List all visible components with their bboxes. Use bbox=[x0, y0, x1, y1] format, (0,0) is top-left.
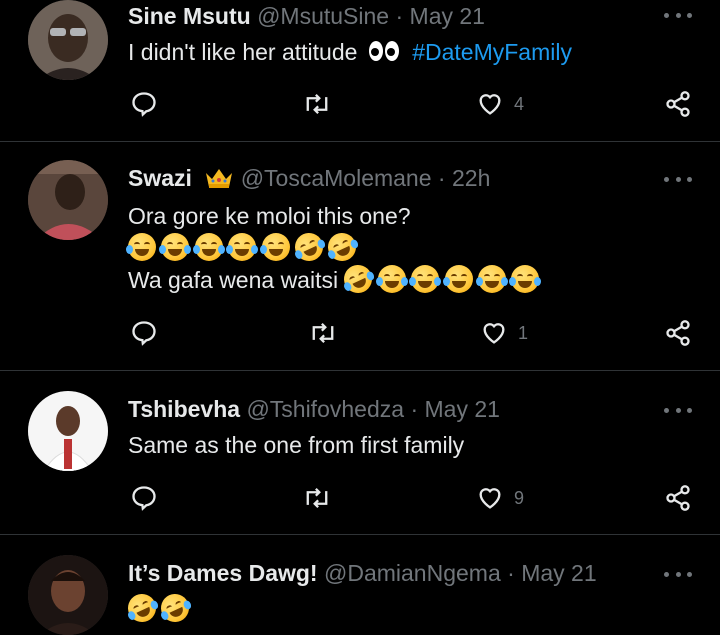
avatar[interactable] bbox=[28, 391, 108, 471]
tweet-text bbox=[123, 589, 194, 627]
reply-icon bbox=[132, 321, 156, 346]
separator-dot: · bbox=[410, 396, 419, 422]
retweet-icon bbox=[306, 487, 328, 509]
tweet-4[interactable]: It’s Dames Dawg! @DamianNgema · May 21 bbox=[0, 535, 720, 635]
crown-emoji bbox=[204, 165, 234, 195]
retweet-button[interactable] bbox=[302, 480, 332, 516]
timestamp[interactable]: May 21 bbox=[521, 560, 596, 586]
like-count: 4 bbox=[514, 93, 525, 114]
tweet-text: Same as the one from first family bbox=[128, 429, 464, 461]
retweet-icon bbox=[306, 93, 328, 115]
user-handle[interactable]: @MsutuSine bbox=[257, 3, 389, 29]
rolling-laughing-emoji bbox=[156, 589, 194, 627]
like-button[interactable]: 1 bbox=[480, 315, 528, 351]
share-button[interactable] bbox=[664, 315, 692, 351]
like-icon bbox=[483, 323, 505, 344]
retweet-icon bbox=[312, 322, 334, 344]
reply-button[interactable] bbox=[130, 86, 158, 122]
user-handle[interactable]: @Tshifovhedza bbox=[246, 396, 404, 422]
display-name[interactable]: Swazi bbox=[128, 165, 192, 191]
display-name[interactable]: Sine Msutu bbox=[128, 3, 251, 29]
tweet-line-row: Wa gafa wena waitsi bbox=[128, 260, 542, 298]
tweet-text: Ora gore ke moloi this one? Wa gafa wena… bbox=[126, 200, 542, 298]
tweet-line: Same as the one from first family bbox=[128, 432, 465, 458]
tears-of-joy-emoji bbox=[476, 265, 509, 293]
laughing-emoji bbox=[259, 233, 290, 261]
tweet-header: Sine Msutu @MsutuSine · May 21 bbox=[128, 2, 485, 30]
tears-of-joy-emoji bbox=[226, 233, 259, 261]
tweet-2[interactable]: Swazi @ToscaMolemane · 22h Ora gore ke m… bbox=[0, 142, 720, 370]
laughing-emoji bbox=[126, 233, 156, 261]
tweet-actions: 1 bbox=[0, 315, 720, 351]
more-icon[interactable] bbox=[664, 174, 692, 184]
rolling-laughing-emoji bbox=[339, 260, 378, 298]
user-handle[interactable]: @DamianNgema bbox=[324, 560, 501, 586]
display-name[interactable]: It’s Dames Dawg! bbox=[128, 560, 318, 586]
more-icon[interactable] bbox=[664, 10, 692, 20]
tweet-3[interactable]: Tshibevha @Tshifovhedza · May 21 Same as… bbox=[0, 371, 720, 534]
share-button[interactable] bbox=[664, 86, 692, 122]
tweet-header: Tshibevha @Tshifovhedza · May 21 bbox=[128, 395, 500, 423]
reply-button[interactable] bbox=[130, 315, 158, 351]
share-icon bbox=[666, 91, 690, 117]
separator-dot: · bbox=[395, 3, 404, 29]
retweet-button[interactable] bbox=[308, 315, 338, 351]
laughing-emoji bbox=[442, 265, 473, 293]
avatar[interactable] bbox=[28, 555, 108, 635]
display-name[interactable]: Tshibevha bbox=[128, 396, 240, 422]
user-handle[interactable]: @ToscaMolemane bbox=[241, 165, 432, 191]
tweet-1[interactable]: Sine Msutu @MsutuSine · May 21 I didn't … bbox=[0, 0, 720, 141]
retweet-button[interactable] bbox=[302, 86, 332, 122]
share-button[interactable] bbox=[664, 480, 692, 516]
reply-icon bbox=[132, 486, 156, 511]
tweet-actions: 9 bbox=[0, 480, 720, 516]
timestamp[interactable]: May 21 bbox=[425, 396, 500, 422]
like-button[interactable]: 9 bbox=[476, 480, 524, 516]
more-icon[interactable] bbox=[664, 405, 692, 415]
eyes-emoji bbox=[368, 38, 400, 70]
tweet-actions: 4 bbox=[0, 86, 720, 122]
avatar[interactable] bbox=[28, 160, 108, 240]
tears-of-joy-emoji bbox=[192, 233, 225, 261]
rolling-laughing-emoji bbox=[123, 589, 161, 627]
tweet-header: It’s Dames Dawg! @DamianNgema · May 21 bbox=[128, 559, 597, 587]
timestamp[interactable]: May 21 bbox=[410, 3, 485, 29]
more-icon[interactable] bbox=[664, 569, 692, 579]
tweet-line: Ora gore ke moloi this one? bbox=[128, 203, 411, 229]
share-icon bbox=[666, 485, 690, 511]
like-button[interactable]: 4 bbox=[476, 86, 524, 122]
tweet-line: I didn't like her attitude bbox=[128, 39, 358, 65]
tears-of-joy-emoji bbox=[509, 265, 542, 293]
hashtag-link[interactable]: #DateMyFamily bbox=[412, 39, 572, 65]
like-icon bbox=[479, 94, 501, 115]
like-icon bbox=[479, 488, 501, 509]
separator-dot: · bbox=[507, 560, 515, 586]
tears-of-joy-emoji bbox=[159, 233, 192, 261]
rolling-laughing-emoji bbox=[290, 228, 328, 266]
separator-dot: · bbox=[437, 165, 446, 191]
like-count: 9 bbox=[514, 487, 525, 508]
tweet-line: Wa gafa wena waitsi bbox=[128, 267, 339, 293]
rolling-laughing-emoji bbox=[323, 228, 361, 266]
share-icon bbox=[666, 320, 690, 346]
tweet-header: Swazi @ToscaMolemane · 22h bbox=[128, 164, 490, 195]
like-count: 1 bbox=[518, 322, 529, 343]
avatar[interactable] bbox=[28, 0, 108, 80]
tears-of-joy-emoji bbox=[375, 265, 408, 293]
tears-of-joy-emoji bbox=[409, 265, 442, 293]
reply-button[interactable] bbox=[130, 480, 158, 516]
timestamp[interactable]: 22h bbox=[452, 165, 490, 191]
reply-icon bbox=[132, 92, 156, 117]
tweet-text: I didn't like her attitude #DateMyFamily bbox=[128, 36, 572, 70]
emoji-row bbox=[126, 228, 538, 266]
